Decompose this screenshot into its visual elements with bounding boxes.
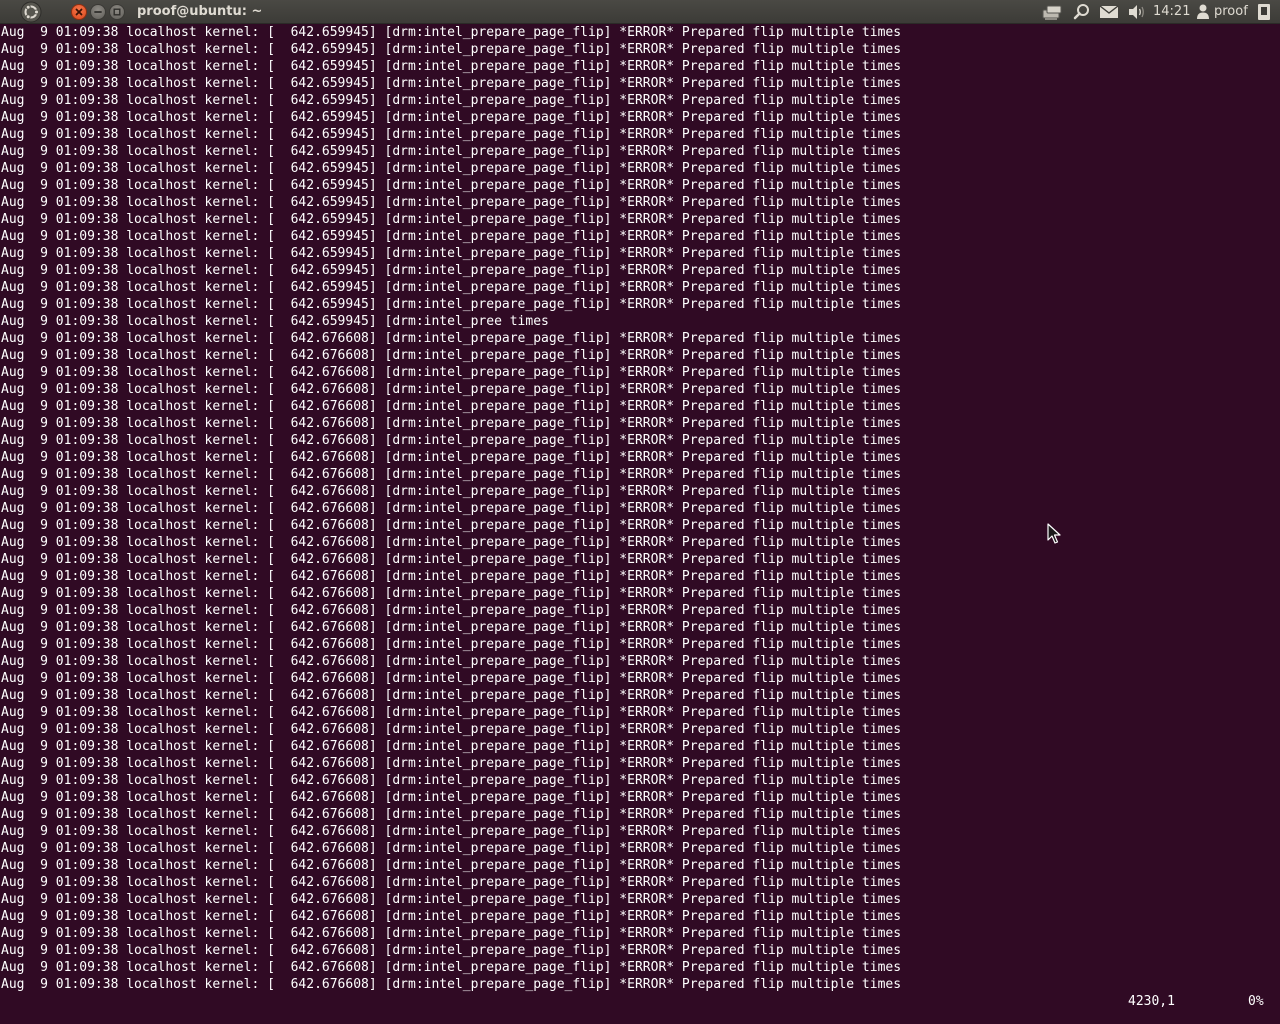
- log-line: Aug 9 01:09:38 localhost kernel: [ 642.6…: [1, 59, 902, 74]
- log-line: Aug 9 01:09:38 localhost kernel: [ 642.6…: [1, 824, 902, 839]
- log-line: Aug 9 01:09:38 localhost kernel: [ 642.6…: [1, 467, 902, 482]
- ubuntu-logo-icon[interactable]: [20, 1, 42, 23]
- log-line: Aug 9 01:09:38 localhost kernel: [ 642.6…: [1, 280, 902, 295]
- log-line: Aug 9 01:09:38 localhost kernel: [ 642.6…: [1, 637, 902, 652]
- maximize-window-button[interactable]: [109, 4, 125, 20]
- log-line: Aug 9 01:09:38 localhost kernel: [ 642.6…: [1, 756, 902, 771]
- log-line: Aug 9 01:09:38 localhost kernel: [ 642.6…: [1, 875, 902, 890]
- log-line: Aug 9 01:09:38 localhost kernel: [ 642.6…: [1, 960, 902, 975]
- terminal-output: Aug 9 01:09:38 localhost kernel: [ 642.6…: [1, 24, 901, 993]
- log-line: Aug 9 01:09:38 localhost kernel: [ 642.6…: [1, 297, 902, 312]
- log-line: Aug 9 01:09:38 localhost kernel: [ 642.6…: [1, 42, 902, 57]
- search-icon[interactable]: [1072, 3, 1092, 21]
- log-line: Aug 9 01:09:38 localhost kernel: [ 642.6…: [1, 773, 902, 788]
- cursor-position-status: 4230,1: [1128, 994, 1175, 1009]
- clock[interactable]: 14:21: [1153, 4, 1190, 19]
- log-line: Aug 9 01:09:38 localhost kernel: [ 642.6…: [1, 331, 902, 346]
- log-line: Aug 9 01:09:38 localhost kernel: [ 642.6…: [1, 195, 902, 210]
- mail-icon[interactable]: [1099, 3, 1119, 21]
- log-line: Aug 9 01:09:38 localhost kernel: [ 642.6…: [1, 399, 902, 414]
- log-line: Aug 9 01:09:38 localhost kernel: [ 642.6…: [1, 416, 902, 431]
- log-line: Aug 9 01:09:38 localhost kernel: [ 642.6…: [1, 314, 549, 329]
- log-line: Aug 9 01:09:38 localhost kernel: [ 642.6…: [1, 841, 902, 856]
- log-line: Aug 9 01:09:38 localhost kernel: [ 642.6…: [1, 518, 902, 533]
- log-line: Aug 9 01:09:38 localhost kernel: [ 642.6…: [1, 654, 902, 669]
- scroll-percent-status: 0%: [1248, 994, 1264, 1009]
- log-line: Aug 9 01:09:38 localhost kernel: [ 642.6…: [1, 127, 902, 142]
- user-icon[interactable]: [1196, 3, 1210, 21]
- log-line: Aug 9 01:09:38 localhost kernel: [ 642.6…: [1, 739, 902, 754]
- log-line: Aug 9 01:09:38 localhost kernel: [ 642.6…: [1, 671, 902, 686]
- log-line: Aug 9 01:09:38 localhost kernel: [ 642.6…: [1, 433, 902, 448]
- mouse-pointer-icon: [1047, 523, 1061, 545]
- top-panel: proof@ubuntu: ~ 14:21 proof: [0, 0, 1280, 24]
- log-line: Aug 9 01:09:38 localhost kernel: [ 642.6…: [1, 246, 902, 261]
- log-line: Aug 9 01:09:38 localhost kernel: [ 642.6…: [1, 943, 902, 958]
- log-line: Aug 9 01:09:38 localhost kernel: [ 642.6…: [1, 25, 902, 40]
- log-line: Aug 9 01:09:38 localhost kernel: [ 642.6…: [1, 263, 902, 278]
- log-line: Aug 9 01:09:38 localhost kernel: [ 642.6…: [1, 586, 902, 601]
- log-line: Aug 9 01:09:38 localhost kernel: [ 642.6…: [1, 450, 902, 465]
- username[interactable]: proof: [1214, 4, 1248, 19]
- log-line: Aug 9 01:09:38 localhost kernel: [ 642.6…: [1, 892, 902, 907]
- volume-icon[interactable]: [1127, 3, 1147, 21]
- minimize-window-button[interactable]: [90, 4, 106, 20]
- maximize-icon: [113, 8, 121, 16]
- log-line: Aug 9 01:09:38 localhost kernel: [ 642.6…: [1, 977, 902, 992]
- log-line: Aug 9 01:09:38 localhost kernel: [ 642.6…: [1, 705, 902, 720]
- log-line: Aug 9 01:09:38 localhost kernel: [ 642.6…: [1, 212, 902, 227]
- log-line: Aug 9 01:09:38 localhost kernel: [ 642.6…: [1, 603, 902, 618]
- log-line: Aug 9 01:09:38 localhost kernel: [ 642.6…: [1, 161, 902, 176]
- close-window-button[interactable]: [71, 4, 87, 20]
- log-line: Aug 9 01:09:38 localhost kernel: [ 642.6…: [1, 178, 902, 193]
- log-line: Aug 9 01:09:38 localhost kernel: [ 642.6…: [1, 620, 902, 635]
- log-line: Aug 9 01:09:38 localhost kernel: [ 642.6…: [1, 229, 902, 244]
- log-line: Aug 9 01:09:38 localhost kernel: [ 642.6…: [1, 93, 902, 108]
- log-line: Aug 9 01:09:38 localhost kernel: [ 642.6…: [1, 484, 902, 499]
- log-line: Aug 9 01:09:38 localhost kernel: [ 642.6…: [1, 688, 902, 703]
- log-line: Aug 9 01:09:38 localhost kernel: [ 642.6…: [1, 110, 902, 125]
- log-line: Aug 9 01:09:38 localhost kernel: [ 642.6…: [1, 382, 902, 397]
- log-line: Aug 9 01:09:38 localhost kernel: [ 642.6…: [1, 501, 902, 516]
- log-line: Aug 9 01:09:38 localhost kernel: [ 642.6…: [1, 348, 902, 363]
- session-power-icon[interactable]: [1256, 3, 1272, 21]
- log-line: Aug 9 01:09:38 localhost kernel: [ 642.6…: [1, 365, 902, 380]
- log-line: Aug 9 01:09:38 localhost kernel: [ 642.6…: [1, 76, 902, 91]
- log-line: Aug 9 01:09:38 localhost kernel: [ 642.6…: [1, 552, 902, 567]
- minimize-icon: [94, 11, 102, 13]
- log-line: Aug 9 01:09:38 localhost kernel: [ 642.6…: [1, 144, 902, 159]
- log-line: Aug 9 01:09:38 localhost kernel: [ 642.6…: [1, 722, 902, 737]
- log-line: Aug 9 01:09:38 localhost kernel: [ 642.6…: [1, 569, 902, 584]
- log-line: Aug 9 01:09:38 localhost kernel: [ 642.6…: [1, 858, 902, 873]
- log-line: Aug 9 01:09:38 localhost kernel: [ 642.6…: [1, 790, 902, 805]
- network-icon[interactable]: [1041, 3, 1065, 21]
- window-title: proof@ubuntu: ~: [137, 4, 263, 19]
- log-line: Aug 9 01:09:38 localhost kernel: [ 642.6…: [1, 926, 902, 941]
- log-line: Aug 9 01:09:38 localhost kernel: [ 642.6…: [1, 807, 902, 822]
- close-icon: [75, 8, 83, 16]
- terminal-window[interactable]: Aug 9 01:09:38 localhost kernel: [ 642.6…: [0, 24, 1280, 1024]
- log-line: Aug 9 01:09:38 localhost kernel: [ 642.6…: [1, 909, 902, 924]
- log-line: Aug 9 01:09:38 localhost kernel: [ 642.6…: [1, 535, 902, 550]
